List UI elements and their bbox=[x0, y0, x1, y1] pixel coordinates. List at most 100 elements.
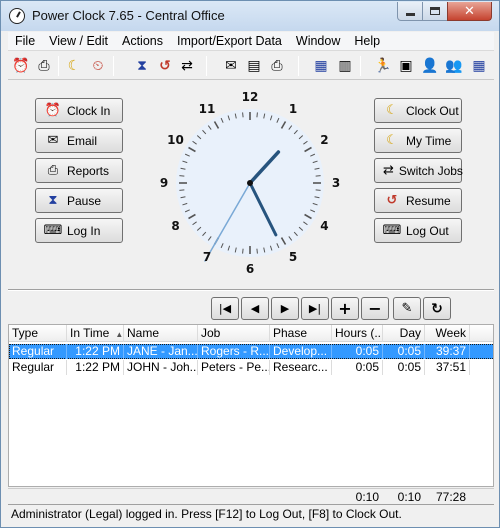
calendar-icon[interactable]: ▦ bbox=[311, 56, 331, 76]
column-in-time[interactable]: In Time ▲ bbox=[67, 325, 124, 342]
clock-numeral: 3 bbox=[331, 176, 341, 190]
menu-window[interactable]: Window bbox=[289, 32, 347, 50]
clock-face bbox=[176, 109, 324, 262]
clock-out-icon[interactable]: ⏲ bbox=[88, 56, 108, 76]
clock-numeral: 6 bbox=[245, 262, 255, 276]
reset-clock-icon[interactable]: ↺ bbox=[155, 56, 175, 76]
schedule-icon[interactable]: ▣ bbox=[396, 56, 416, 76]
timecard-icon[interactable]: ▦ bbox=[469, 56, 489, 76]
menu-import-export[interactable]: Import/Export Data bbox=[170, 32, 289, 50]
column-job[interactable]: Job bbox=[198, 325, 270, 342]
menu-actions[interactable]: Actions bbox=[115, 32, 170, 50]
switch-jobs-icon[interactable]: ⇄ bbox=[177, 56, 197, 76]
plus-icon: + bbox=[338, 299, 352, 318]
app-clock-icon[interactable] bbox=[9, 8, 25, 24]
my-time-icon: ☾ bbox=[386, 133, 398, 148]
previous-icon: ◀ bbox=[250, 302, 260, 315]
refresh-icon: ↻ bbox=[431, 300, 443, 317]
clock-numeral: 8 bbox=[171, 219, 180, 233]
envelope-icon: ✉ bbox=[47, 133, 59, 148]
total-hours: 0:10 bbox=[355, 490, 379, 504]
menu-bar: File View / Edit Actions Import/Export D… bbox=[8, 32, 494, 51]
delete-record-button[interactable]: − bbox=[361, 297, 389, 320]
clock-tick bbox=[256, 112, 258, 118]
column-day[interactable]: Day bbox=[383, 325, 425, 342]
table-row[interactable]: Regular 1:22 PM JANE - Jan... Rogers - R… bbox=[9, 344, 493, 359]
logout-icon: ⌨ bbox=[382, 223, 402, 238]
maximize-button[interactable] bbox=[422, 2, 448, 21]
resume-button[interactable]: ↺ Resume bbox=[374, 188, 462, 213]
maximize-icon bbox=[430, 7, 440, 15]
alarm-clock-icon: ⏰ bbox=[44, 103, 62, 118]
switch-jobs-button[interactable]: ⇄ Switch Jobs bbox=[374, 158, 463, 183]
last-icon: ▶| bbox=[308, 302, 322, 315]
grid-header: Type In Time ▲ Name Job Phase Hours (... … bbox=[9, 325, 493, 342]
hourglass-icon: ⧗ bbox=[48, 193, 58, 208]
edit-record-button[interactable]: ✎ bbox=[393, 297, 421, 320]
calculator-icon[interactable]: ▥ bbox=[335, 56, 355, 76]
reports-button[interactable]: ⎙ Reports bbox=[35, 158, 123, 183]
menu-file[interactable]: File bbox=[8, 32, 42, 50]
menu-view-edit[interactable]: View / Edit bbox=[42, 32, 115, 50]
table-row[interactable]: Regular 1:22 PM JOHN - Joh... Peters - P… bbox=[9, 360, 493, 375]
analog-clock: 12 1 2 3 4 5 6 7 8 9 10 11 bbox=[160, 81, 340, 289]
printer-icon[interactable]: ⎙ bbox=[34, 56, 54, 76]
runner-icon[interactable]: 🏃 bbox=[373, 56, 393, 76]
users-icon[interactable]: 👥 bbox=[444, 56, 464, 76]
clock-tick bbox=[179, 189, 185, 191]
clock-center bbox=[247, 180, 253, 186]
resume-icon: ↺ bbox=[386, 193, 398, 208]
reports-icon[interactable]: ▤ bbox=[244, 56, 264, 76]
title-bar: Power Clock 7.65 - Central Office ✕ bbox=[1, 1, 499, 31]
clock-in-button[interactable]: ⏰ Clock In bbox=[35, 98, 123, 123]
close-button[interactable]: ✕ bbox=[447, 2, 492, 21]
minimize-icon bbox=[405, 12, 415, 16]
clock-out-button[interactable]: ☾ Clock Out bbox=[374, 98, 462, 123]
manager-icon[interactable]: 👤 bbox=[420, 56, 440, 76]
log-in-button[interactable]: ⌨ Log In bbox=[35, 218, 123, 243]
print-preview-icon[interactable]: ⎙ bbox=[267, 56, 287, 76]
previous-record-button[interactable]: ◀ bbox=[241, 297, 269, 320]
clock-numeral: 12 bbox=[241, 90, 259, 104]
clock-tick bbox=[179, 175, 185, 177]
record-navigation: |◀ ◀ ▶ ▶| + − ✎ ↻ bbox=[8, 292, 494, 324]
edit-icon: ✎ bbox=[401, 301, 413, 316]
switch-jobs-icon: ⇄ bbox=[383, 163, 394, 178]
sort-ascending-icon: ▲ bbox=[115, 330, 124, 339]
add-record-button[interactable]: + bbox=[331, 297, 359, 320]
menu-help[interactable]: Help bbox=[347, 32, 387, 50]
email-button[interactable]: ✉ Email bbox=[35, 128, 123, 153]
clock-numeral: 2 bbox=[320, 133, 329, 147]
column-phase[interactable]: Phase bbox=[270, 325, 332, 342]
pause-button[interactable]: ⧗ Pause bbox=[35, 188, 123, 213]
totals-row: 0:10 0:10 77:28 bbox=[8, 488, 494, 504]
printer-icon: ⎙ bbox=[47, 163, 59, 178]
alarm-clock-icon[interactable]: ⏰ bbox=[11, 56, 31, 76]
my-time-button[interactable]: ☾ My Time bbox=[374, 128, 462, 153]
clock-numeral: 1 bbox=[288, 101, 298, 116]
hourglass-icon[interactable]: ⧗ bbox=[132, 56, 152, 76]
minimize-button[interactable] bbox=[397, 2, 423, 21]
clock-numeral: 5 bbox=[288, 250, 298, 265]
app-window: Power Clock 7.65 - Central Office ✕ File… bbox=[0, 0, 500, 528]
column-name[interactable]: Name bbox=[124, 325, 198, 342]
last-record-button[interactable]: ▶| bbox=[301, 297, 329, 320]
first-record-button[interactable]: |◀ bbox=[211, 297, 239, 320]
next-record-button[interactable]: ▶ bbox=[271, 297, 299, 320]
moon-clock-icon: ☾ bbox=[386, 103, 398, 118]
next-icon: ▶ bbox=[280, 302, 290, 315]
column-week[interactable]: Week bbox=[425, 325, 470, 342]
moon-clock-icon[interactable]: ☾ bbox=[64, 56, 84, 76]
column-hours[interactable]: Hours (... bbox=[332, 325, 383, 342]
log-out-button[interactable]: ⌨ Log Out bbox=[374, 218, 462, 243]
refresh-button[interactable]: ↻ bbox=[423, 297, 451, 320]
column-type[interactable]: Type bbox=[9, 325, 67, 342]
clock-numeral: 7 bbox=[202, 250, 212, 265]
status-text: Administrator (Legal) logged in. Press [… bbox=[11, 507, 402, 521]
toolbar: ⏰ ⎙ ☾ ⏲ ⧗ ↺ ⇄ ✉ ▤ ⎙ ▦ ▥ 🏃 ▣ 👤 👥 ▦ bbox=[8, 52, 494, 80]
clock-numeral: 4 bbox=[320, 219, 329, 233]
email-icon[interactable]: ✉ bbox=[221, 56, 241, 76]
clock-numeral: 10 bbox=[167, 133, 184, 147]
first-icon: |◀ bbox=[218, 302, 232, 315]
login-icon: ⌨ bbox=[43, 223, 63, 238]
